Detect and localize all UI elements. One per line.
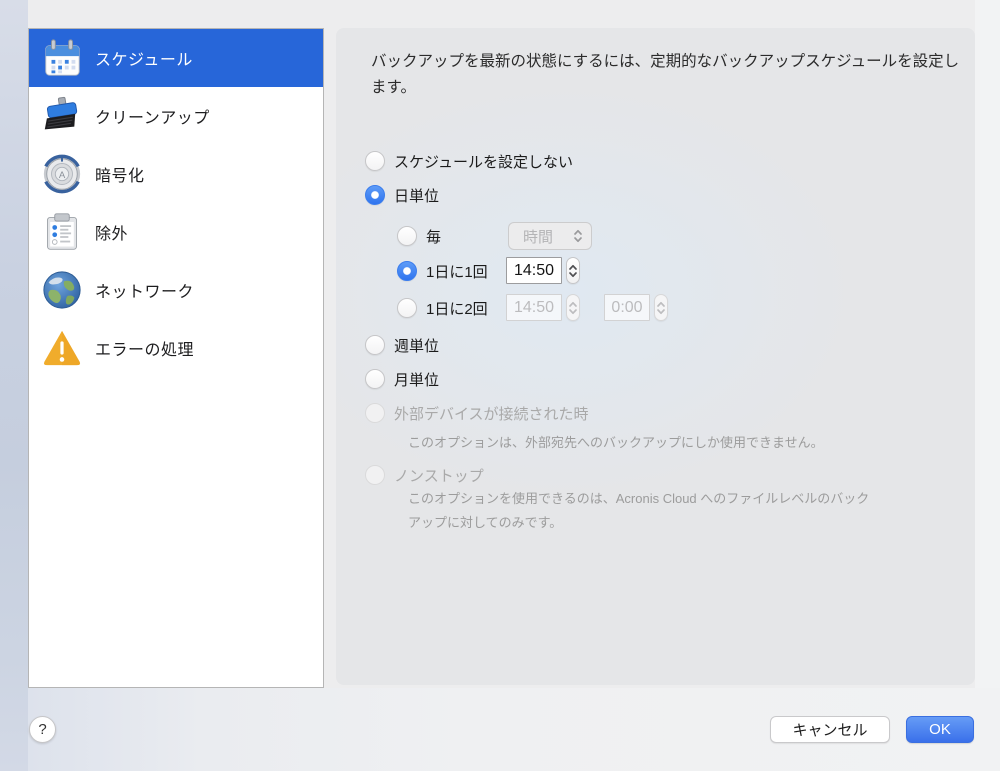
option-daily-once[interactable]: 1日に1回 (397, 257, 488, 285)
nonstop-note: このオプションを使用できるのは、Acronis Cloud へのファイルレベルの… (408, 487, 880, 535)
cancel-button[interactable]: キャンセル (770, 716, 890, 743)
warning-icon (40, 326, 84, 370)
radio-no-schedule[interactable] (365, 151, 385, 171)
once-time-stepper[interactable] (566, 257, 580, 284)
sidebar-item-cleanup[interactable]: クリーンアップ (29, 87, 323, 145)
schedule-settings-panel: バックアップを最新の状態にするには、定期的なバックアップスケジュールを設定します… (336, 28, 975, 685)
ok-button[interactable]: OK (906, 716, 974, 743)
svg-text:A: A (59, 170, 66, 181)
option-nonstop: ノンストップ (365, 464, 484, 486)
chevron-up-down-icon (568, 262, 578, 280)
twice-time2-stepper (654, 294, 668, 321)
sidebar-item-label: クリーンアップ (95, 104, 210, 128)
radio-daily-every[interactable] (397, 226, 417, 246)
radio-weekly[interactable] (365, 335, 385, 355)
sidebar-item-error-handling[interactable]: エラーの処理 (29, 319, 323, 377)
window-left-gradient (0, 0, 28, 771)
calendar-icon (40, 36, 84, 80)
chevron-up-down-icon (573, 227, 583, 245)
preferences-window: スケジュール クリーンアップ (0, 0, 1000, 771)
chevron-up-down-icon (656, 299, 666, 317)
radio-external-device (365, 403, 385, 423)
dial-lock-icon: A (40, 152, 84, 196)
once-time-input[interactable] (506, 257, 562, 284)
sidebar-item-label: エラーの処理 (95, 336, 194, 360)
external-device-note: このオプションは、外部宛先へのバックアップにしか使用できません。 (408, 431, 928, 455)
option-daily[interactable]: 日単位 (365, 184, 439, 206)
radio-daily[interactable] (365, 185, 385, 205)
help-button[interactable]: ? (29, 716, 56, 743)
radio-daily-once[interactable] (397, 261, 417, 281)
option-external-device: 外部デバイスが接続された時 (365, 402, 589, 424)
sidebar-item-label: 除外 (95, 220, 128, 244)
sidebar-item-schedule[interactable]: スケジュール (29, 29, 323, 87)
twice-time1-input (506, 294, 562, 321)
settings-sidebar: スケジュール クリーンアップ (28, 28, 324, 688)
globe-icon (40, 268, 84, 312)
chevron-up-down-icon (568, 299, 578, 317)
every-unit-dropdown: 時間 (508, 222, 592, 250)
radio-nonstop (365, 465, 385, 485)
clipboard-icon (40, 210, 84, 254)
radio-daily-twice[interactable] (397, 298, 417, 318)
option-daily-twice[interactable]: 1日に2回 (397, 294, 488, 322)
option-monthly[interactable]: 月単位 (365, 368, 439, 390)
brush-icon (40, 94, 84, 138)
schedule-intro-text: バックアップを最新の状態にするには、定期的なバックアップスケジュールを設定します… (371, 49, 971, 101)
sidebar-item-encryption[interactable]: A 暗号化 (29, 145, 323, 203)
option-no-schedule[interactable]: スケジュールを設定しない (365, 150, 573, 172)
sidebar-item-network[interactable]: ネットワーク (29, 261, 323, 319)
option-daily-every[interactable]: 毎 (397, 222, 441, 250)
window-right-gutter (975, 0, 1000, 688)
radio-monthly[interactable] (365, 369, 385, 389)
sidebar-item-label: ネットワーク (95, 278, 194, 302)
sidebar-item-label: スケジュール (95, 46, 193, 70)
twice-time2-input (604, 294, 650, 321)
twice-time1-stepper (566, 294, 580, 321)
sidebar-item-label: 暗号化 (95, 162, 145, 186)
question-mark-icon: ? (38, 721, 46, 738)
option-weekly[interactable]: 週単位 (365, 334, 439, 356)
sidebar-item-exclusions[interactable]: 除外 (29, 203, 323, 261)
